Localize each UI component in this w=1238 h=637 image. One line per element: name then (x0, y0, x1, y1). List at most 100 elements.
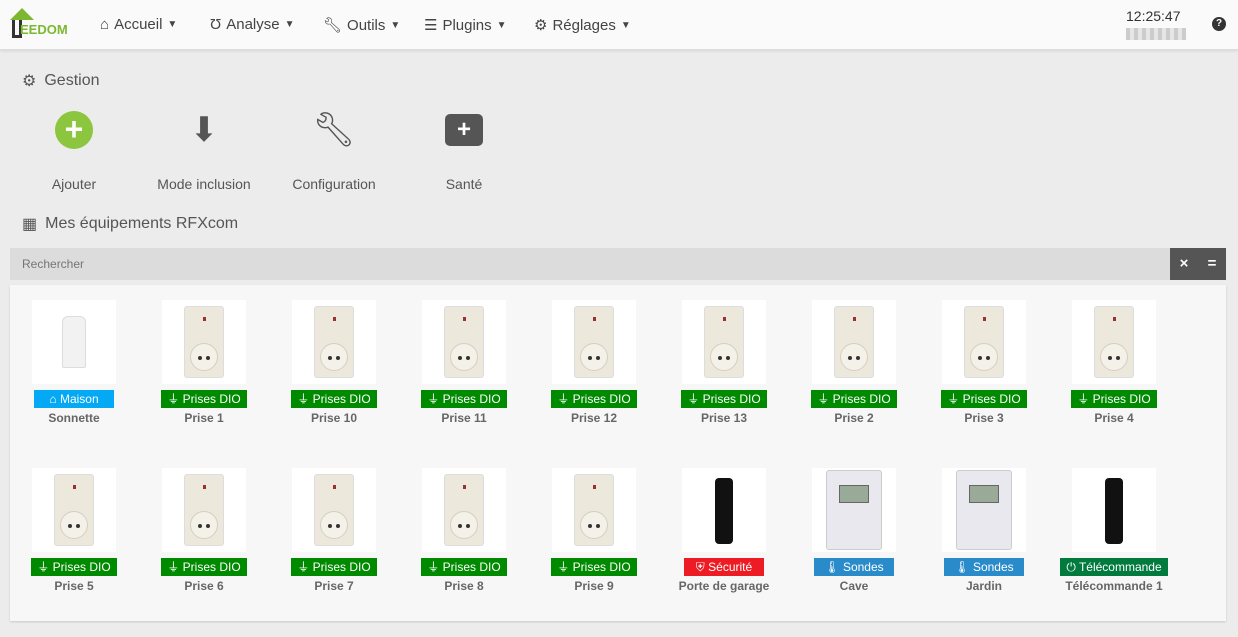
menu-analyse[interactable]: Ʊ Analyse ▼ (210, 16, 295, 33)
equipment-card[interactable]: ⏚ Prises DIO Prise 10 (269, 300, 399, 425)
menu-outils[interactable]: 🔧︎ Outils ▼ (323, 16, 401, 35)
plug-image (162, 300, 246, 384)
plug-image (162, 468, 246, 552)
power-icon: ⏻ (1066, 560, 1076, 574)
plug-image (552, 468, 636, 552)
plug-icon: ⏚ (297, 560, 310, 574)
category-badge: ⏚ Prises DIO (31, 558, 117, 576)
jeedom-logo[interactable]: EEDOM (8, 8, 80, 40)
equipment-card[interactable]: 🌡︎ Sondes Jardin (919, 468, 1049, 593)
equipment-name: Cave (839, 579, 869, 593)
plug-icon: ⏚ (167, 392, 180, 406)
equipment-card[interactable]: ⏚ Prises DIO Prise 4 (1049, 300, 1179, 425)
gestion-header: ⚙ Gestion (22, 72, 100, 90)
caret-down-icon: ▼ (620, 19, 631, 31)
plug-image (942, 300, 1026, 384)
menu-reglages[interactable]: ⚙ Réglages ▼ (534, 16, 631, 35)
equipment-card[interactable]: ⏚ Prises DIO Prise 3 (919, 300, 1049, 425)
plug-image (812, 300, 896, 384)
plug-image (1072, 300, 1156, 384)
plug-image (32, 468, 116, 552)
search-input[interactable] (10, 248, 1170, 280)
equipment-card[interactable]: 🌡︎ Sondes Cave (789, 468, 919, 593)
equipment-card[interactable]: ⏚ Prises DIO Prise 12 (529, 300, 659, 425)
equipements-header: ▦ Mes équipements RFXcom (22, 215, 239, 233)
equipment-card[interactable]: ⏻ Télécommande Télécommande 1 (1049, 468, 1179, 593)
remote-image (682, 468, 766, 552)
equipment-name: Prise 11 (441, 411, 487, 425)
equipment-name: Porte de garage (678, 579, 770, 593)
plug-icon: ⏚ (947, 392, 960, 406)
equipment-name: Prise 7 (314, 579, 354, 593)
thermo-image (812, 468, 896, 552)
equipment-name: Jardin (965, 579, 1002, 593)
plug-icon: ⏚ (687, 392, 700, 406)
equipment-card[interactable]: ⏚ Prises DIO Prise 5 (9, 468, 139, 593)
equipment-card[interactable]: ⏚ Prises DIO Prise 2 (789, 300, 919, 425)
category-badge: ⏻ Télécommande (1060, 558, 1168, 576)
equipment-name: Télécommande 1 (1065, 579, 1163, 593)
list-check-icon: ☰ (424, 17, 438, 34)
toggle-view-button[interactable]: = (1198, 248, 1226, 280)
equipment-card[interactable]: ⌂ Maison Sonnette (9, 300, 139, 425)
home-icon: ⌂ (100, 16, 110, 33)
category-badge: ⏚ Prises DIO (161, 558, 247, 576)
remote-image (1072, 468, 1156, 552)
equipment-card[interactable]: ⏚ Prises DIO Prise 7 (269, 468, 399, 593)
category-badge: ⏚ Prises DIO (551, 390, 637, 408)
caret-down-icon: ▼ (390, 19, 401, 31)
help-icon[interactable]: ? (1212, 17, 1226, 31)
clear-search-button[interactable]: × (1170, 248, 1198, 280)
bell-image (32, 300, 116, 384)
plug-icon: ⏚ (427, 392, 440, 406)
equipment-card[interactable]: ⛨ Sécurité Porte de garage (659, 468, 789, 593)
equipment-name: Sonnette (48, 411, 100, 425)
category-badge: ⏚ Prises DIO (161, 390, 247, 408)
blurred-user (1126, 28, 1186, 40)
category-badge: 🌡︎ Sondes (944, 558, 1024, 576)
equipment-name: Prise 5 (54, 579, 94, 593)
plug-icon: ⏚ (817, 392, 830, 406)
equipment-name: Prise 2 (834, 411, 874, 425)
equipment-card[interactable]: ⏚ Prises DIO Prise 9 (529, 468, 659, 593)
caret-down-icon: ▼ (284, 19, 295, 30)
category-badge: ⌂ Maison (34, 390, 114, 408)
configuration-button[interactable]: 🔧︎ Configuration (274, 108, 394, 192)
table-icon: ▦ (22, 216, 38, 233)
category-badge: ⏚ Prises DIO (291, 558, 377, 576)
equipment-card[interactable]: ⏚ Prises DIO Prise 6 (139, 468, 269, 593)
category-badge: ⏚ Prises DIO (551, 558, 637, 576)
medkit-icon: + (404, 108, 524, 152)
top-navbar: EEDOM ⌂ Accueil ▼ Ʊ Analyse ▼ 🔧︎ Outils ▼ ☰ Plu… (0, 0, 1238, 50)
equipment-card[interactable]: ⏚ Prises DIO Prise 8 (399, 468, 529, 593)
equipment-card[interactable]: ⏚ Prises DIO Prise 11 (399, 300, 529, 425)
download-icon: ⬇ (189, 111, 219, 149)
wrench-icon: 🔧︎ (323, 17, 343, 34)
caret-down-icon: ▼ (167, 19, 178, 30)
inclusion-mode-button[interactable]: ⬇ Mode inclusion (144, 108, 264, 192)
equipment-name: Prise 6 (184, 579, 224, 593)
equipment-name: Prise 12 (570, 411, 618, 425)
thermometer-icon: 🌡︎ (954, 560, 970, 574)
stethoscope-icon: Ʊ (210, 16, 222, 33)
wrench-icon: 🔧︎ (312, 111, 356, 149)
thermo-image (942, 468, 1026, 552)
equipment-name: Prise 10 (310, 411, 358, 425)
equipment-card[interactable]: ⏚ Prises DIO Prise 13 (659, 300, 789, 425)
caret-down-icon: ▼ (496, 19, 507, 31)
menu-plugins[interactable]: ☰ Plugins ▼ (424, 16, 507, 35)
category-badge: 🌡︎ Sondes (814, 558, 894, 576)
plug-icon: ⏚ (427, 560, 440, 574)
health-button[interactable]: + Santé (404, 108, 524, 192)
plug-image (422, 300, 506, 384)
add-button[interactable]: + Ajouter (14, 108, 134, 192)
category-badge: ⏚ Prises DIO (1071, 390, 1157, 408)
menu-accueil[interactable]: ⌂ Accueil ▼ (100, 16, 177, 33)
category-badge: ⏚ Prises DIO (421, 390, 507, 408)
equipment-card[interactable]: ⏚ Prises DIO Prise 1 (139, 300, 269, 425)
gear-icon: ⚙ (534, 17, 548, 34)
plug-icon: ⏚ (297, 392, 310, 406)
thermometer-icon: 🌡︎ (824, 560, 840, 574)
plug-icon: ⏚ (557, 560, 570, 574)
plug-icon: ⏚ (167, 560, 180, 574)
